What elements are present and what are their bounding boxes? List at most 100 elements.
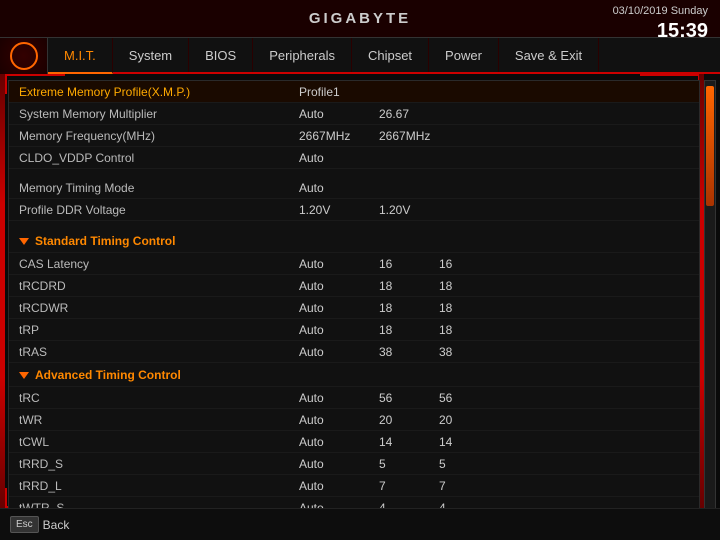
setting-label: tRP <box>19 323 299 337</box>
setting-label: Profile DDR Voltage <box>19 203 299 217</box>
setting-label: tRC <box>19 391 299 405</box>
setting-val1: 1.20V <box>299 203 379 217</box>
setting-val2: 2667MHz <box>379 129 439 143</box>
setting-val1: Auto <box>299 413 379 427</box>
setting-val2: 56 <box>379 391 439 405</box>
nav-logo <box>0 38 48 74</box>
setting-row: tRPAuto1818 <box>9 319 699 341</box>
brand-name: GIGABYTE <box>309 10 411 27</box>
setting-val1: Auto <box>299 457 379 471</box>
setting-val2: 18 <box>379 279 439 293</box>
setting-val2: 20 <box>379 413 439 427</box>
nav-bar: M.I.T. System BIOS Peripherals Chipset P… <box>0 38 720 74</box>
logo-gear-icon <box>10 42 38 70</box>
setting-val2: 7 <box>379 479 439 493</box>
setting-label: tRAS <box>19 345 299 359</box>
triangle-icon <box>19 372 29 379</box>
setting-label: CAS Latency <box>19 257 299 271</box>
setting-val1: Auto <box>299 151 379 165</box>
spacer-row <box>9 169 699 177</box>
setting-label: tCWL <box>19 435 299 449</box>
setting-val1: Auto <box>299 479 379 493</box>
setting-val1: 2667MHz <box>299 129 379 143</box>
setting-label: Advanced Timing Control <box>19 368 299 382</box>
setting-label: tRCDRD <box>19 279 299 293</box>
back-label: Back <box>43 518 70 532</box>
setting-val2: 38 <box>379 345 439 359</box>
setting-label: Extreme Memory Profile(X.M.P.) <box>19 85 299 99</box>
setting-val2: 18 <box>379 323 439 337</box>
setting-label: Memory Frequency(MHz) <box>19 129 299 143</box>
setting-label: Memory Timing Mode <box>19 181 299 195</box>
setting-row: tWRAuto2020 <box>9 409 699 431</box>
scrollbar-track[interactable] <box>704 80 716 534</box>
nav-item-mit[interactable]: M.I.T. <box>48 38 113 74</box>
setting-val2: 16 <box>379 257 439 271</box>
setting-val2: 14 <box>379 435 439 449</box>
setting-row: CAS LatencyAuto1616 <box>9 253 699 275</box>
setting-val1: Auto <box>299 345 379 359</box>
setting-row: tRCDRDAuto1818 <box>9 275 699 297</box>
setting-label: tWR <box>19 413 299 427</box>
setting-val2: 26.67 <box>379 107 439 121</box>
setting-row[interactable]: Extreme Memory Profile(X.M.P.)Profile1 <box>9 81 699 103</box>
setting-val3: 18 <box>439 279 499 293</box>
setting-val3: 18 <box>439 301 499 315</box>
date-day: 03/10/2019 Sunday <box>613 5 708 17</box>
left-deco <box>0 74 5 508</box>
nav-items: M.I.T. System BIOS Peripherals Chipset P… <box>48 38 720 72</box>
nav-item-bios[interactable]: BIOS <box>189 38 253 72</box>
setting-row: tRCAuto5656 <box>9 387 699 409</box>
spacer-row <box>9 221 699 229</box>
setting-label: tRCDWR <box>19 301 299 315</box>
setting-val2: 18 <box>379 301 439 315</box>
scrollbar-thumb[interactable] <box>706 86 714 206</box>
section-header-row: Standard Timing Control <box>9 229 699 253</box>
setting-val3: 7 <box>439 479 499 493</box>
setting-label: tRRD_L <box>19 479 299 493</box>
setting-val1: Auto <box>299 301 379 315</box>
setting-label: tRRD_S <box>19 457 299 471</box>
setting-val1: Profile1 <box>299 85 379 99</box>
settings-table: Extreme Memory Profile(X.M.P.)Profile1Sy… <box>9 81 699 534</box>
top-bar: GIGABYTE 03/10/2019 Sunday 15:39 <box>0 0 720 38</box>
setting-row: Memory Timing ModeAuto <box>9 177 699 199</box>
section-header-row: Advanced Timing Control <box>9 363 699 387</box>
nav-item-system[interactable]: System <box>113 38 189 72</box>
setting-label: CLDO_VDDP Control <box>19 151 299 165</box>
setting-val1: Auto <box>299 391 379 405</box>
setting-val1: Auto <box>299 257 379 271</box>
triangle-icon <box>19 238 29 245</box>
setting-row: tRRD_LAuto77 <box>9 475 699 497</box>
setting-val1: Auto <box>299 279 379 293</box>
setting-val1: Auto <box>299 107 379 121</box>
bottom-bar: Esc Back <box>0 508 720 540</box>
content-panel: Extreme Memory Profile(X.M.P.)Profile1Sy… <box>8 80 700 534</box>
setting-row: tRASAuto3838 <box>9 341 699 363</box>
setting-val1: Auto <box>299 181 379 195</box>
setting-val1: Auto <box>299 323 379 337</box>
setting-val3: 18 <box>439 323 499 337</box>
setting-label: Standard Timing Control <box>19 234 299 248</box>
setting-val3: 38 <box>439 345 499 359</box>
setting-row: System Memory MultiplierAuto26.67 <box>9 103 699 125</box>
setting-val2: 5 <box>379 457 439 471</box>
setting-row: Profile DDR Voltage1.20V1.20V <box>9 199 699 221</box>
setting-val3: 56 <box>439 391 499 405</box>
setting-row: tRRD_SAuto55 <box>9 453 699 475</box>
setting-row: tCWLAuto1414 <box>9 431 699 453</box>
esc-key: Esc <box>10 516 39 533</box>
nav-item-save-exit[interactable]: Save & Exit <box>499 38 599 72</box>
setting-row: tRCDWRAuto1818 <box>9 297 699 319</box>
nav-item-chipset[interactable]: Chipset <box>352 38 429 72</box>
nav-item-power[interactable]: Power <box>429 38 499 72</box>
setting-val1: Auto <box>299 435 379 449</box>
nav-item-peripherals[interactable]: Peripherals <box>253 38 352 72</box>
setting-row: CLDO_VDDP ControlAuto <box>9 147 699 169</box>
main-area: Extreme Memory Profile(X.M.P.)Profile1Sy… <box>0 74 720 540</box>
setting-val2: 1.20V <box>379 203 439 217</box>
setting-label: System Memory Multiplier <box>19 107 299 121</box>
setting-val3: 14 <box>439 435 499 449</box>
setting-val3: 5 <box>439 457 499 471</box>
setting-val3: 20 <box>439 413 499 427</box>
